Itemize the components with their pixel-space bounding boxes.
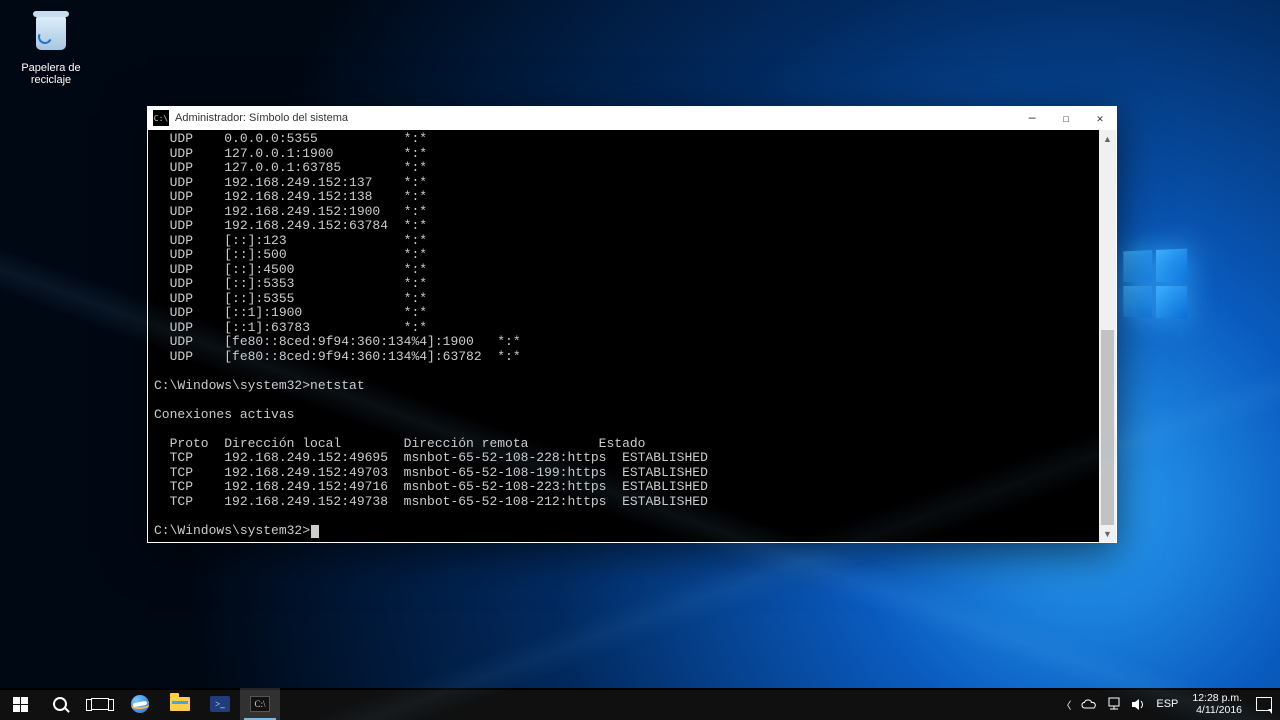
terminal-output[interactable]: UDP 0.0.0.0:5355 *:* UDP 127.0.0.1:1900 …	[148, 130, 1099, 542]
cmd-titlebar-icon: C:\	[153, 110, 169, 126]
system-tray[interactable]: 〈 ESP 12:28 p.m. 4/11/2016	[1053, 688, 1280, 720]
task-view-icon	[91, 698, 109, 710]
windows-logo-icon	[13, 697, 28, 712]
taskbar-cmd-button[interactable]: C:\	[240, 688, 280, 720]
tray-volume-icon[interactable]	[1131, 698, 1146, 711]
terminal-area: UDP 0.0.0.0:5355 *:* UDP 127.0.0.1:1900 …	[148, 130, 1116, 542]
wallpaper-windows-logo	[1123, 249, 1189, 322]
tray-clock[interactable]: 12:28 p.m. 4/11/2016	[1188, 692, 1246, 716]
task-view-button[interactable]	[80, 688, 120, 720]
window-title: Administrador: Símbolo del sistema	[175, 112, 348, 124]
taskbar-explorer-button[interactable]	[160, 688, 200, 720]
tray-network-icon[interactable]	[1107, 697, 1121, 711]
tray-date: 4/11/2016	[1192, 704, 1242, 716]
desktop[interactable]: Papelera de reciclaje C:\ Administrador:…	[0, 0, 1280, 720]
recycle-bin-label: Papelera de reciclaje	[14, 62, 88, 86]
titlebar[interactable]: C:\ Administrador: Símbolo del sistema ─…	[147, 106, 1117, 130]
internet-explorer-icon	[131, 695, 149, 713]
scroll-up-button[interactable]: ▲	[1099, 130, 1116, 147]
window-controls: ─ ☐ ✕	[1015, 106, 1117, 130]
minimize-button[interactable]: ─	[1015, 106, 1049, 130]
powershell-icon: >_	[210, 696, 230, 712]
maximize-button[interactable]: ☐	[1049, 106, 1083, 130]
taskbar-search-button[interactable]	[40, 688, 80, 720]
tray-language-indicator[interactable]: ESP	[1156, 698, 1178, 710]
recycle-bin-desktop-icon[interactable]: Papelera de reciclaje	[14, 10, 88, 86]
cmd-icon: C:\	[250, 696, 270, 712]
cmd-window[interactable]: C:\ Administrador: Símbolo del sistema ─…	[147, 106, 1117, 543]
search-icon	[53, 697, 67, 711]
taskbar[interactable]: >_ C:\ 〈 ESP 12:28 p.m. 4/11/2016	[0, 688, 1280, 720]
taskbar-powershell-button[interactable]: >_	[200, 688, 240, 720]
tray-time: 12:28 p.m.	[1192, 692, 1242, 704]
tray-onedrive-icon[interactable]	[1081, 699, 1097, 710]
tray-overflow-icon[interactable]: 〈	[1061, 697, 1071, 712]
scroll-thumb[interactable]	[1101, 330, 1114, 525]
scrollbar[interactable]: ▲ ▼	[1099, 130, 1116, 542]
recycle-bin-icon	[30, 16, 72, 58]
taskbar-ie-button[interactable]	[120, 688, 160, 720]
start-button[interactable]	[0, 688, 40, 720]
file-explorer-icon	[170, 697, 190, 711]
scroll-down-button[interactable]: ▼	[1099, 525, 1116, 542]
terminal-cursor	[311, 525, 319, 538]
close-button[interactable]: ✕	[1083, 106, 1117, 130]
action-center-icon[interactable]	[1256, 697, 1272, 711]
